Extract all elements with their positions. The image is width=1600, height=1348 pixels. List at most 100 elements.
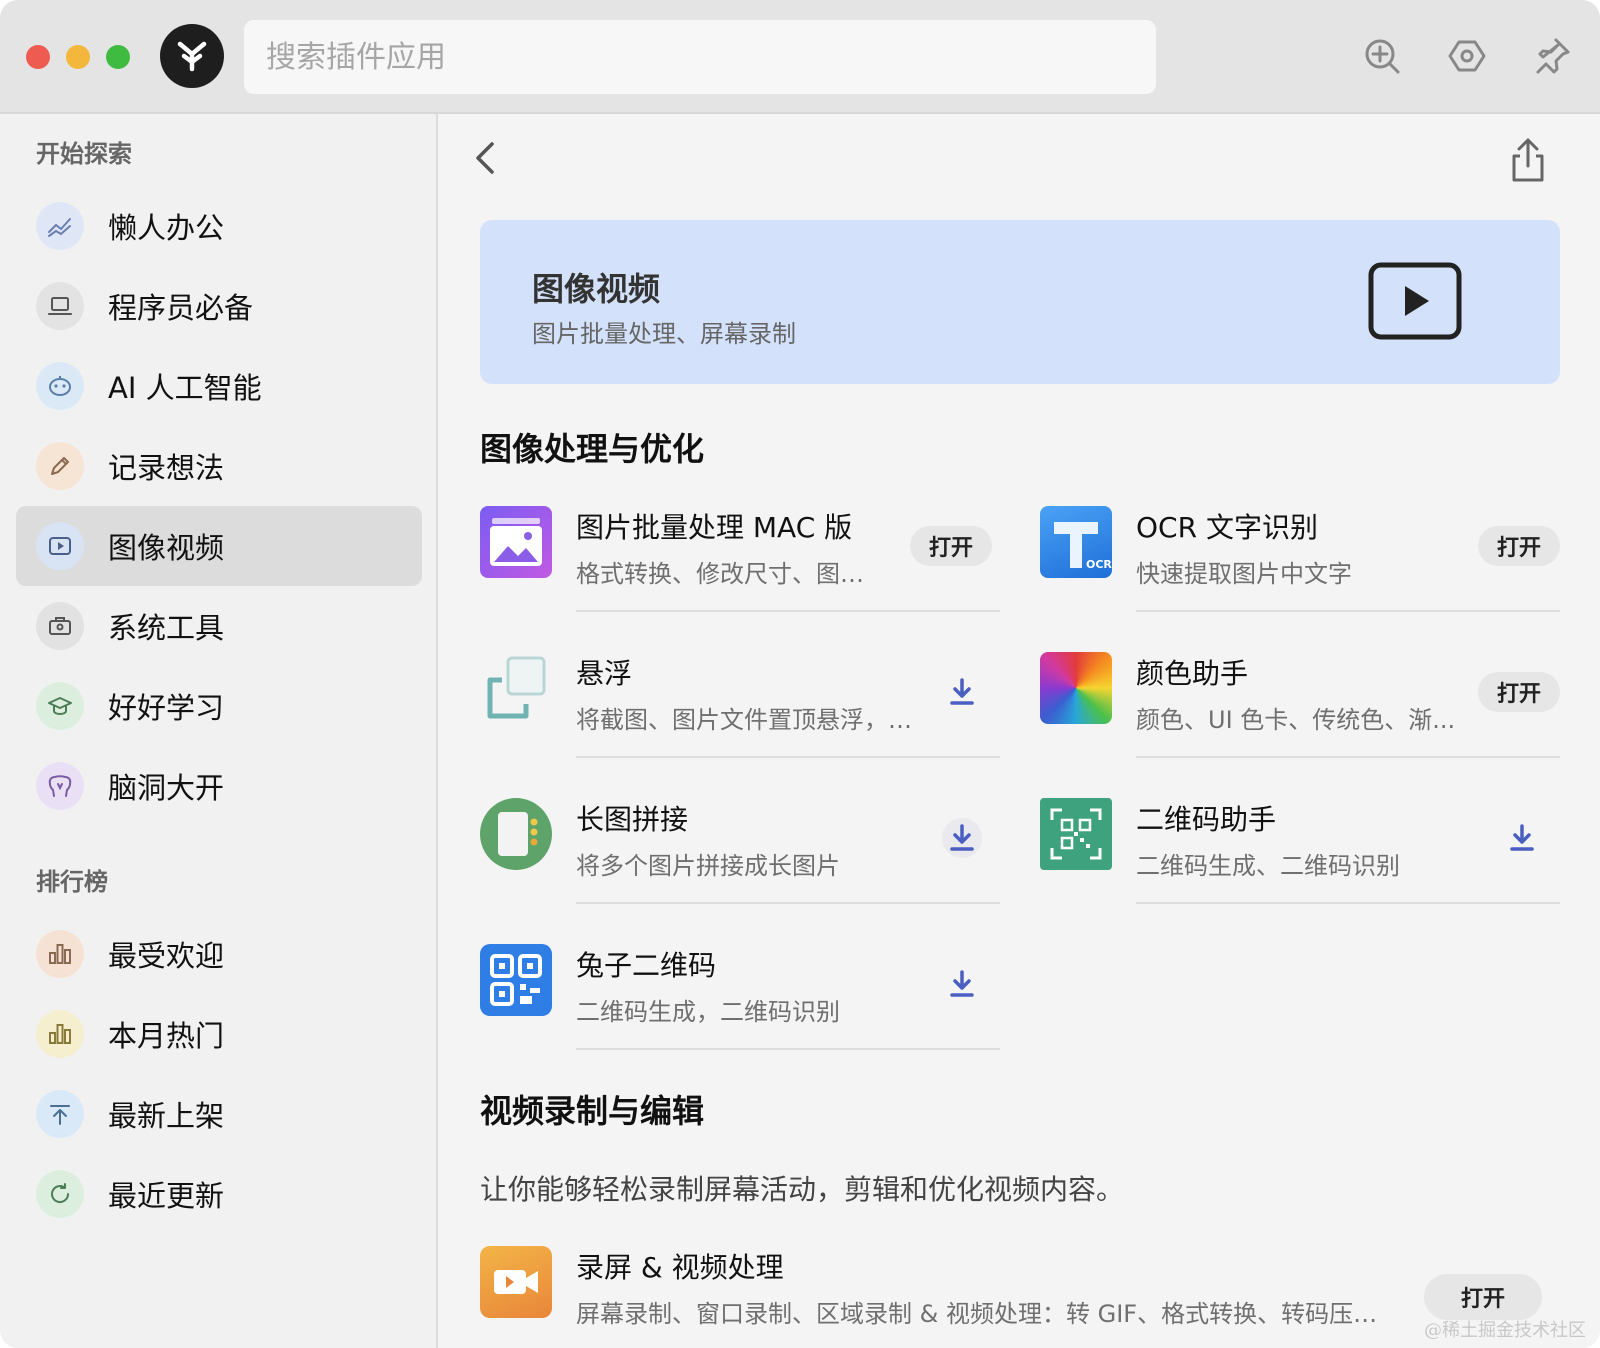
ocr-icon: OCR [1040, 506, 1112, 578]
plugin-name: 颜色助手 [1136, 657, 1249, 690]
play-icon [36, 522, 84, 570]
robot-face-icon [36, 362, 84, 410]
color-wheel-icon [1040, 652, 1112, 724]
plugin-item-long-image[interactable]: 长图拼接 将多个图片拼接成长图片 [480, 798, 1000, 938]
share-icon[interactable] [1506, 136, 1550, 184]
sidebar-item-label: 程序员必备 [108, 291, 254, 325]
section-title-image: 图像处理与优化 [480, 430, 705, 468]
plugin-item-rabbit-qr[interactable]: 兔子二维码 二维码生成，二维码识别 [480, 944, 1000, 1084]
app-window: 开始探索 懒人办公 程序员必备 AI 人工智能 记录想法 [0, 0, 1600, 1348]
sidebar-item-ideas[interactable]: 记录想法 [16, 426, 422, 506]
plugin-item-ocr[interactable]: OCR OCR 文字识别 快速提取图片中文字 打开 [1040, 506, 1560, 646]
open-button[interactable]: 打开 [1478, 526, 1560, 566]
main-content: 图像视频 图片批量处理、屏幕录制 图像处理与优化 图片批量处理 MAC 版 格式… [440, 114, 1600, 1348]
sidebar-item-label: 脑洞大开 [108, 771, 225, 805]
qr-scan-icon [1040, 798, 1112, 870]
sidebar-item-recently-updated[interactable]: 最近更新 [16, 1154, 422, 1234]
sidebar-item-ai[interactable]: AI 人工智能 [16, 346, 422, 426]
watermark: @稀土掘金技术社区 [1424, 1320, 1586, 1341]
upload-arrow-icon [36, 1090, 84, 1138]
sidebar-item-most-popular[interactable]: 最受欢迎 [16, 914, 422, 994]
plugin-name: 二维码助手 [1136, 803, 1277, 836]
divider [576, 902, 1000, 904]
minimize-window-button[interactable] [66, 45, 90, 69]
divider [576, 756, 1000, 758]
app-logo-icon[interactable] [160, 24, 224, 88]
search-input[interactable] [244, 20, 1156, 94]
pin-icon[interactable] [1532, 36, 1572, 76]
zoom-in-icon[interactable] [1362, 36, 1402, 76]
download-icon[interactable] [942, 964, 982, 1004]
sidebar: 开始探索 懒人办公 程序员必备 AI 人工智能 记录想法 图像视频 系统工具 好… [0, 114, 438, 1348]
download-icon[interactable] [942, 672, 982, 712]
divider [1136, 902, 1560, 904]
back-arrow-icon[interactable] [464, 136, 508, 180]
sidebar-item-label: 图像视频 [108, 531, 225, 565]
plugin-name: 长图拼接 [576, 803, 689, 836]
divider [1136, 610, 1560, 612]
banner-title: 图像视频 [532, 270, 661, 308]
sidebar-item-programmer[interactable]: 程序员必备 [16, 266, 422, 346]
sidebar-heading-explore: 开始探索 [36, 140, 132, 168]
qr-code-icon [480, 944, 552, 1016]
maximize-window-button[interactable] [106, 45, 130, 69]
plugin-name: OCR 文字识别 [1136, 511, 1318, 544]
plugin-desc: 二维码生成，二维码识别 [576, 998, 840, 1026]
sidebar-item-label: 本月热门 [108, 1019, 225, 1053]
sidebar-item-lazy-office[interactable]: 懒人办公 [16, 186, 422, 266]
sidebar-item-label: 记录想法 [108, 451, 225, 485]
open-button[interactable]: 打开 [910, 526, 992, 566]
plugin-item-color-helper[interactable]: 颜色助手 颜色、UI 色卡、传统色、渐... 打开 [1040, 652, 1560, 792]
float-window-icon [480, 652, 552, 724]
plugin-name: 图片批量处理 MAC 版 [576, 511, 853, 544]
plugin-desc: 二维码生成、二维码识别 [1136, 852, 1400, 880]
sidebar-item-system-tools[interactable]: 系统工具 [16, 586, 422, 666]
plugin-desc: 将多个图片拼接成长图片 [576, 852, 840, 880]
graduation-cap-icon [36, 682, 84, 730]
video-play-icon[interactable] [1368, 262, 1462, 340]
refresh-icon [36, 1170, 84, 1218]
divider [576, 610, 1000, 612]
sidebar-item-label: 最近更新 [108, 1179, 225, 1213]
bar-chart-icon [36, 930, 84, 978]
sidebar-item-image-video[interactable]: 图像视频 [16, 506, 422, 586]
settings-icon[interactable] [1447, 36, 1487, 76]
plugin-desc: 快速提取图片中文字 [1136, 560, 1352, 588]
close-window-button[interactable] [26, 45, 50, 69]
sidebar-item-label: AI 人工智能 [108, 371, 262, 405]
sidebar-item-study[interactable]: 好好学习 [16, 666, 422, 746]
plugin-name: 录屏 & 视频处理 [576, 1251, 784, 1284]
plugin-desc: 将截图、图片文件置顶悬浮，同... [576, 706, 926, 734]
sidebar-item-label: 好好学习 [108, 691, 225, 725]
sidebar-item-newest[interactable]: 最新上架 [16, 1074, 422, 1154]
open-button[interactable]: 打开 [1478, 672, 1560, 712]
category-banner: 图像视频 图片批量处理、屏幕录制 [480, 220, 1560, 384]
sidebar-item-label: 懒人办公 [108, 211, 225, 245]
pencil-icon [36, 442, 84, 490]
ocr-icon-text: OCR [1086, 558, 1112, 571]
plugin-item-qr-helper[interactable]: 二维码助手 二维码生成、二维码识别 [1040, 798, 1560, 938]
bar-chart-icon [36, 1010, 84, 1058]
video-camera-icon [480, 1246, 552, 1318]
plugin-item-screen-record[interactable]: 录屏 & 视频处理 屏幕录制、窗口录制、区域录制 & 视频处理：转 GIF、格式… [480, 1246, 1560, 1348]
divider [576, 1048, 1000, 1050]
sidebar-item-monthly-hot[interactable]: 本月热门 [16, 994, 422, 1074]
laptop-icon [36, 282, 84, 330]
plugin-name: 兔子二维码 [576, 949, 717, 982]
title-bar [0, 0, 1600, 114]
open-button[interactable]: 打开 [1424, 1274, 1542, 1320]
section-description: 让你能够轻松录制屏幕活动，剪辑和优化视频内容。 [480, 1173, 1125, 1206]
chart-trend-icon [36, 202, 84, 250]
sidebar-heading-ranking: 排行榜 [36, 868, 108, 896]
plugin-desc: 屏幕录制、窗口录制、区域录制 & 视频处理：转 GIF、格式转换、转码压缩... [576, 1300, 1396, 1328]
image-batch-icon [480, 506, 552, 578]
sidebar-item-brainstorm[interactable]: 脑洞大开 [16, 746, 422, 826]
download-icon[interactable] [942, 818, 982, 858]
divider [1136, 756, 1560, 758]
sidebar-item-label: 系统工具 [108, 611, 225, 645]
plugin-item-batch-image[interactable]: 图片批量处理 MAC 版 格式转换、修改尺寸、图片... 打开 [480, 506, 1000, 646]
banner-subtitle: 图片批量处理、屏幕录制 [532, 320, 796, 348]
brain-icon [36, 762, 84, 810]
plugin-item-float[interactable]: 悬浮 将截图、图片文件置顶悬浮，同... [480, 652, 1000, 792]
download-icon[interactable] [1502, 818, 1542, 858]
